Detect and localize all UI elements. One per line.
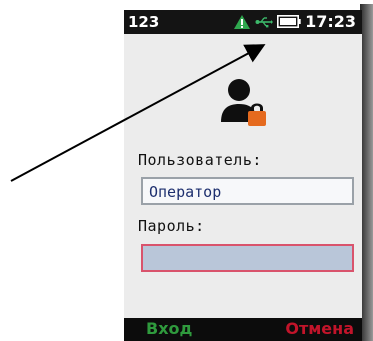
warning-icon [234, 14, 251, 29]
device-screen: 123 17:23 Пользователь: Оператор Пароль:… [124, 10, 362, 341]
password-field[interactable] [141, 244, 354, 272]
softkey-bar: Вход Отмена [124, 318, 362, 341]
user-lock-icon [221, 79, 266, 126]
cancel-softkey[interactable]: Отмена [285, 319, 354, 338]
login-form: Пользователь: Оператор Пароль: [124, 34, 362, 318]
status-icons: 17:23 [233, 12, 356, 31]
status-time: 17:23 [305, 12, 356, 31]
usb-icon [255, 16, 274, 27]
battery-icon [277, 15, 301, 28]
password-label: Пароль: [138, 217, 205, 235]
username-field[interactable]: Оператор [141, 177, 354, 205]
status-left-text: 123 [128, 13, 160, 31]
login-softkey[interactable]: Вход [146, 319, 192, 338]
username-label: Пользователь: [138, 151, 262, 169]
status-bar: 123 17:23 [124, 10, 362, 34]
